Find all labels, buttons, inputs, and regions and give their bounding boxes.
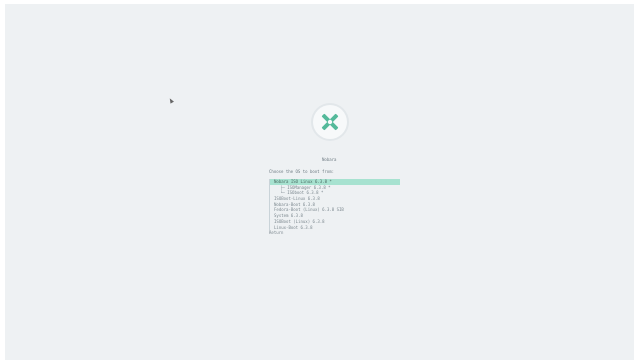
bootloader-title: Nobara: [322, 157, 337, 162]
x-cross-logo-icon: [313, 105, 347, 139]
boot-prompt: Choose the OS to boot from:: [269, 169, 335, 174]
boot-menu: Nobara ISO Linux 6.3.8 * ├─ ISOManager 6…: [269, 179, 400, 236]
boot-screen: Nobara Choose the OS to boot from: Nobar…: [5, 4, 634, 360]
return-entry[interactable]: Return: [269, 230, 400, 236]
mouse-pointer-icon: [168, 97, 174, 104]
